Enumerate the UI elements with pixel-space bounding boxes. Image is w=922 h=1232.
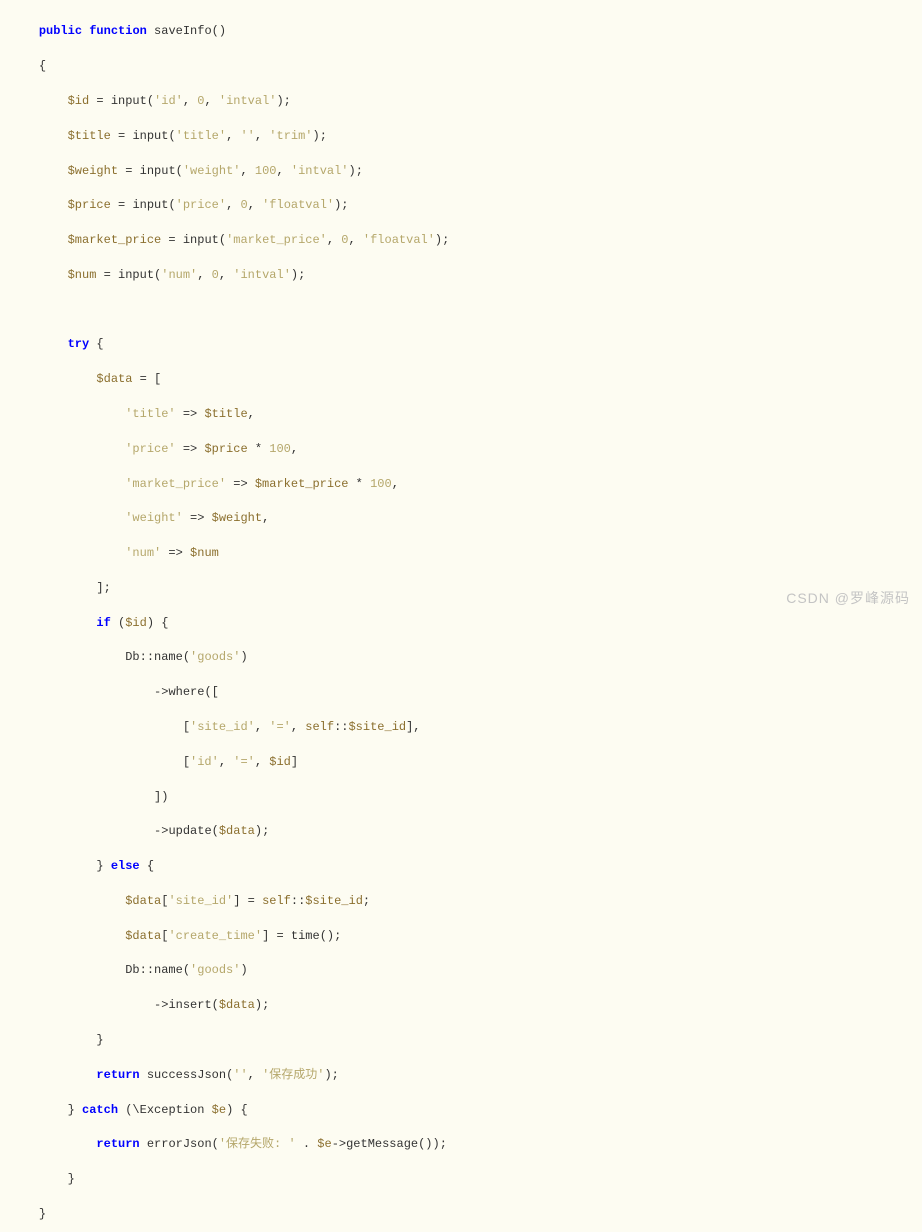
code-line: ];: [10, 580, 912, 597]
code-line: $data['create_time'] = time();: [10, 928, 912, 945]
code-line: ['site_id', '=', self::$site_id],: [10, 719, 912, 736]
code-line: return successJson('', '保存成功');: [10, 1067, 912, 1084]
code-line: 'weight' => $weight,: [10, 510, 912, 527]
code-line: $data['site_id'] = self::$site_id;: [10, 893, 912, 910]
code-line: [10, 302, 912, 319]
code-line: ->where([: [10, 684, 912, 701]
code-block: public function saveInfo() { $id = input…: [10, 6, 912, 1232]
code-line: $data = [: [10, 371, 912, 388]
code-line: ]): [10, 789, 912, 806]
code-line: }: [10, 1032, 912, 1049]
code-line: Db::name('goods'): [10, 962, 912, 979]
code-line: }: [10, 1171, 912, 1188]
code-line: $weight = input('weight', 100, 'intval')…: [10, 163, 912, 180]
code-line: 'market_price' => $market_price * 100,: [10, 476, 912, 493]
code-line: ->insert($data);: [10, 997, 912, 1014]
code-line: }: [10, 1206, 912, 1223]
code-line: if ($id) {: [10, 615, 912, 632]
code-line: 'price' => $price * 100,: [10, 441, 912, 458]
code-line: return errorJson('保存失败: ' . $e->getMessa…: [10, 1136, 912, 1153]
code-line: $price = input('price', 0, 'floatval');: [10, 197, 912, 214]
code-line: try {: [10, 336, 912, 353]
code-line: {: [10, 58, 912, 75]
code-line: $num = input('num', 0, 'intval');: [10, 267, 912, 284]
code-line: 'title' => $title,: [10, 406, 912, 423]
code-line: 'num' => $num: [10, 545, 912, 562]
code-line: ['id', '=', $id]: [10, 754, 912, 771]
code-line: $market_price = input('market_price', 0,…: [10, 232, 912, 249]
watermark-text: CSDN @罗峰源码: [786, 588, 910, 608]
code-line: } else {: [10, 858, 912, 875]
code-line: $id = input('id', 0, 'intval');: [10, 93, 912, 110]
code-line: Db::name('goods'): [10, 649, 912, 666]
code-line: } catch (\Exception $e) {: [10, 1102, 912, 1119]
code-line: $title = input('title', '', 'trim');: [10, 128, 912, 145]
code-line: public function saveInfo(): [10, 23, 912, 40]
code-line: ->update($data);: [10, 823, 912, 840]
